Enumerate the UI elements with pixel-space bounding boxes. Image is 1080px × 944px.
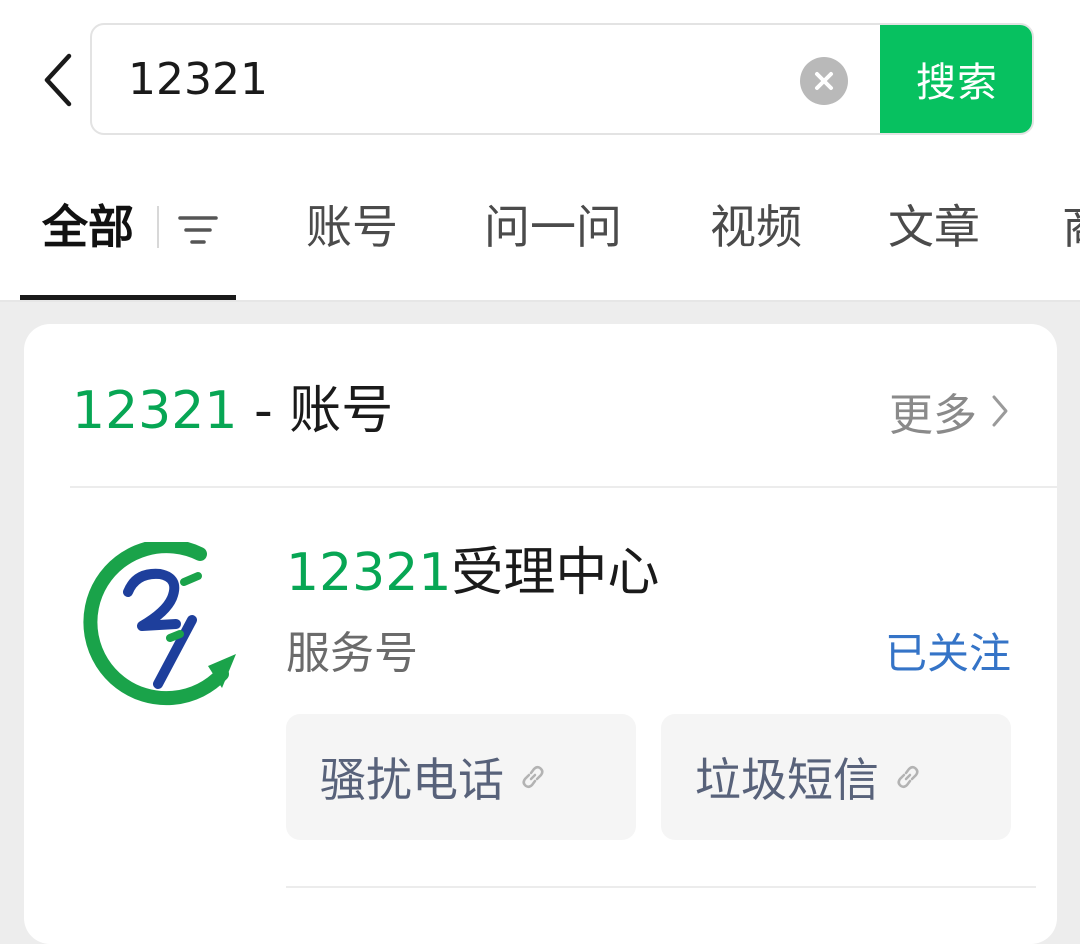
more-accounts-link[interactable]: 更多 xyxy=(889,380,1009,442)
tab-ask[interactable]: 问一问 xyxy=(484,192,622,262)
link-icon xyxy=(897,765,919,789)
section-title: 12321 - 账号 xyxy=(72,376,393,446)
chevron-left-icon xyxy=(44,53,72,107)
active-tab-indicator xyxy=(20,295,236,300)
filter-button[interactable] xyxy=(178,210,218,250)
chip-label: 骚扰电话 xyxy=(320,753,504,807)
category-tabs: 全部 账号 问一问 视频 文章 商 xyxy=(0,160,1080,302)
account-avatar[interactable] xyxy=(72,539,236,714)
tab-separator xyxy=(157,206,159,248)
account-name-keyword: 12321 xyxy=(286,543,452,603)
chip-label: 垃圾短信 xyxy=(695,753,879,807)
clear-search-button[interactable] xyxy=(800,57,848,105)
result-divider xyxy=(286,886,1036,888)
section-title-keyword: 12321 xyxy=(72,381,238,441)
follow-status-button[interactable]: 已关注 xyxy=(885,622,1011,686)
tab-accounts[interactable]: 账号 xyxy=(306,192,398,262)
section-title-suffix: - 账号 xyxy=(237,381,394,441)
section-divider xyxy=(70,486,1057,488)
tab-articles[interactable]: 文章 xyxy=(888,192,980,262)
search-input[interactable] xyxy=(128,41,788,117)
filter-icon xyxy=(178,216,218,244)
search-button[interactable]: 搜索 xyxy=(880,25,1032,133)
tab-more-partial[interactable]: 商 xyxy=(1062,192,1080,262)
account-results-card: 12321 - 账号 更多 12321受理中心 服务号 已关注 骚扰电话 垃圾短… xyxy=(24,324,1057,944)
account-type-label: 服务号 xyxy=(286,628,418,679)
tab-videos[interactable]: 视频 xyxy=(710,192,802,262)
chevron-right-icon xyxy=(992,395,1008,427)
search-header: 搜索 xyxy=(0,0,1080,160)
account-name-rest: 受理中心 xyxy=(451,543,660,603)
back-button[interactable] xyxy=(30,48,86,112)
more-label: 更多 xyxy=(889,390,977,441)
12321-logo-icon xyxy=(83,539,236,706)
service-link-spam-sms[interactable]: 垃圾短信 xyxy=(661,714,1011,840)
service-link-harassing-calls[interactable]: 骚扰电话 xyxy=(286,714,636,840)
account-name[interactable]: 12321受理中心 xyxy=(286,538,659,608)
tab-all[interactable]: 全部 xyxy=(42,192,134,262)
link-icon xyxy=(522,765,544,789)
search-box: 搜索 xyxy=(90,23,1034,135)
close-icon xyxy=(815,72,833,90)
